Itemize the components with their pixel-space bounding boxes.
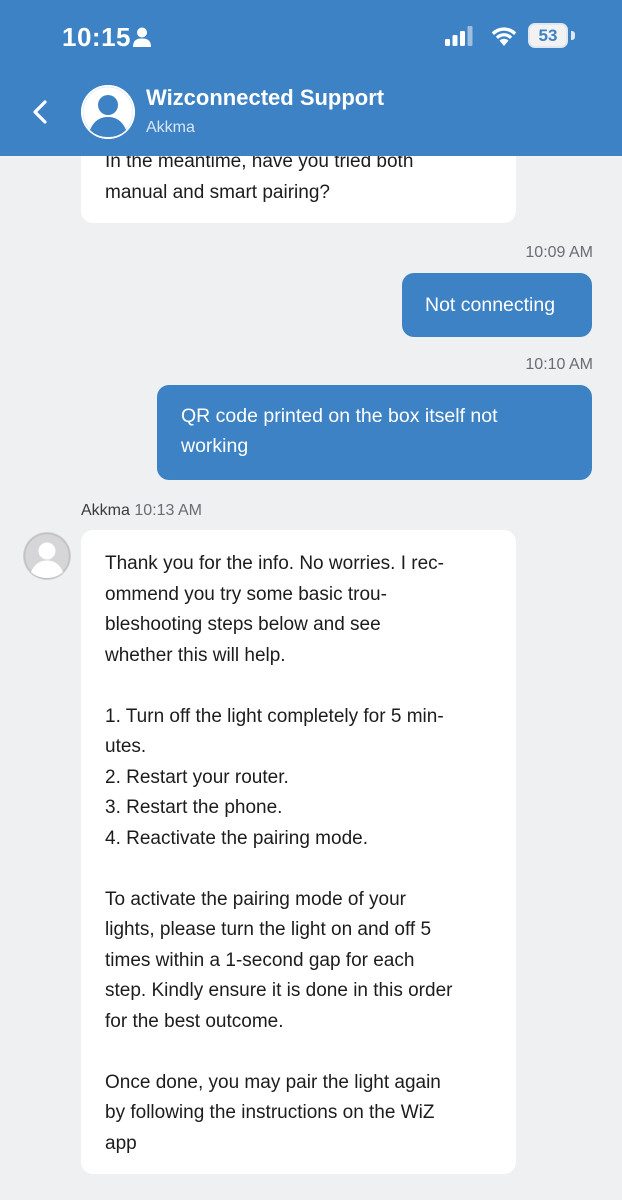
chat-screen: In the meantime, have you tried both man…: [0, 0, 622, 1200]
message-line: QR code printed on the box itself not: [181, 405, 498, 427]
message-line: for the best outcome.: [105, 1010, 284, 1032]
message-line: by following the instructions on the WiZ: [105, 1102, 435, 1123]
message-line: Once done, you may pair the light again: [105, 1071, 441, 1093]
message-timestamp: 10:09 AM: [525, 244, 593, 261]
message-timestamp: 10:13 AM: [134, 502, 202, 519]
message-line: Thank you for the info. No worries. I re…: [105, 553, 444, 574]
message-line: times within a 1-second gap for each: [105, 949, 415, 971]
message-bubble-incoming: Thank you for the info. No worries. I re…: [81, 530, 516, 1174]
message-line: 3. Restart the phone.: [105, 797, 283, 818]
status-time: 10:15: [62, 22, 131, 52]
message-timestamp: 10:10 AM: [525, 356, 593, 373]
agent-avatar-icon: [23, 532, 71, 580]
message-line: ommend you try some basic trou-: [105, 583, 387, 605]
message-line: utes.: [105, 736, 147, 757]
battery-icon: 53: [528, 23, 568, 48]
contact-subtitle: Akkma: [146, 119, 195, 136]
message-line: bleshooting steps below and see: [105, 614, 381, 635]
message-line: To activate the pairing mode of your: [105, 888, 407, 910]
wifi-icon: [491, 27, 517, 46]
chat-header: 10:15 53 Wizconnected Support Akkma: [0, 0, 622, 156]
battery-level: 53: [538, 26, 558, 45]
message-line: lights, please turn the light on and off…: [105, 919, 432, 940]
person-avatar-icon[interactable]: [81, 85, 135, 139]
message-line: working: [181, 435, 249, 457]
message-bubble-outgoing: QR code printed on the box itself not wo…: [157, 385, 592, 480]
back-button[interactable]: [24, 92, 58, 132]
message-line: whether this will help.: [105, 644, 286, 666]
sender-meta: Akkma 10:13 AM: [81, 502, 202, 520]
person-icon: [133, 27, 151, 47]
signal-icon: [445, 26, 473, 46]
message-line: 1. Turn off the light completely for 5 m…: [105, 705, 444, 727]
message-line: manual and smart pairing?: [105, 181, 330, 203]
message-line: step. Kindly ensure it is done in this o…: [105, 980, 453, 1001]
battery-tip: [571, 31, 575, 40]
status-bar: 10:15 53: [0, 0, 622, 76]
message-line: Not connecting: [425, 294, 556, 316]
contact-name[interactable]: Wizconnected Support: [146, 85, 384, 111]
message-line: 2. Restart your router.: [105, 766, 289, 788]
sender-name: Akkma: [81, 502, 130, 519]
message-bubble-outgoing: Not connecting: [402, 273, 592, 337]
message-line: 4. Reactivate the pairing mode.: [105, 827, 368, 849]
chevron-left-icon: [33, 100, 47, 124]
message-line: app: [105, 1132, 137, 1154]
